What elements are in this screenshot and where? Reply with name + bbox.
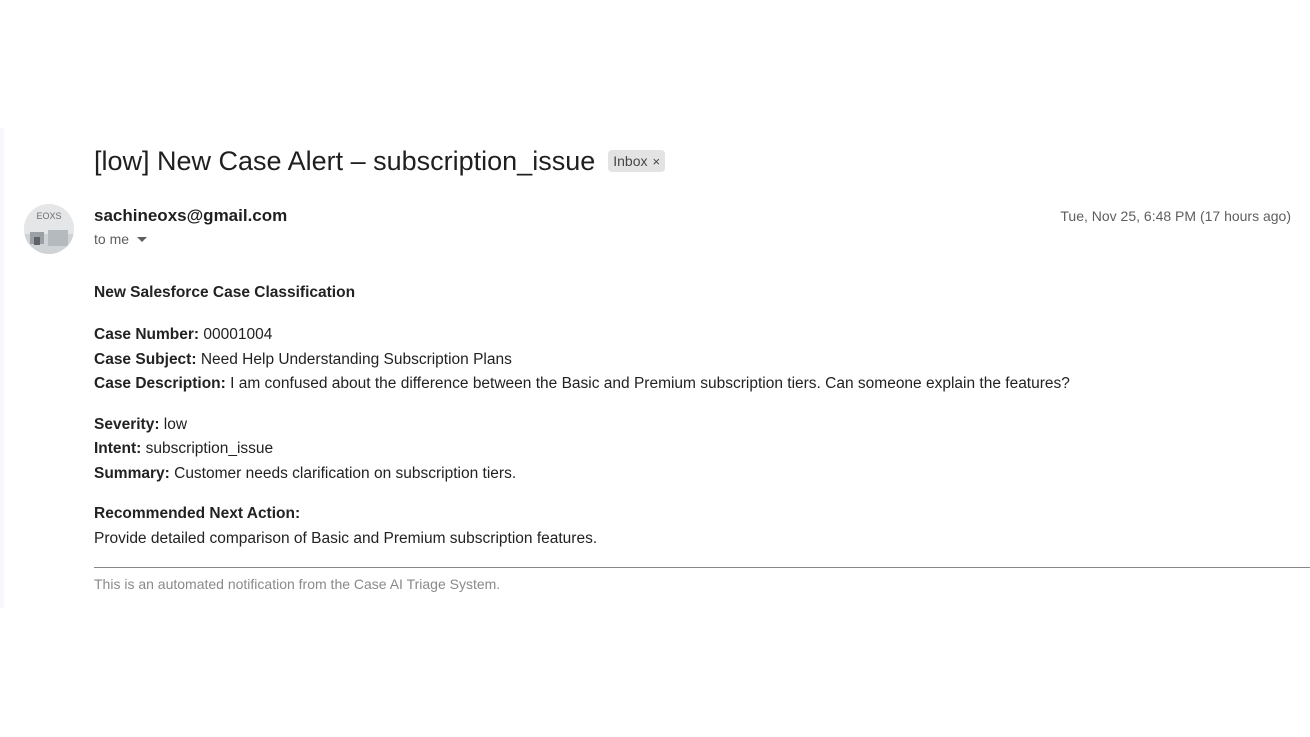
avatar[interactable]: EOXS [24, 204, 74, 254]
recipient-text: to me [94, 231, 130, 247]
message-heading: New Salesforce Case Classification [94, 284, 356, 301]
intent-value: subscription_issue [141, 440, 274, 457]
case-number-line: Case Number: 00001004 [94, 323, 1310, 348]
chevron-down-icon [137, 236, 148, 242]
recommendation-value: Provide detailed comparison of Basic and… [94, 529, 598, 547]
summary-value: Customer needs clarification on subscrip… [169, 464, 517, 482]
case-description-label: Case Description: [94, 375, 226, 392]
intent-label: Intent: [94, 440, 142, 457]
avatar-image: EOXS [24, 204, 74, 254]
email-date: Tue, Nov 25, 6:48 PM (17 hours ago) [1060, 208, 1291, 224]
case-subject-label: Case Subject: [94, 350, 197, 368]
case-number-label: Case Number: [94, 326, 200, 343]
severity-line: Severity: low [94, 413, 1310, 438]
email-subject: [low] New Case Alert – subscription_issu… [94, 146, 596, 176]
case-details: Case Number: 00001004 Case Subject: Need… [94, 323, 1310, 397]
footer-divider [94, 567, 1310, 568]
subject-row: [low] New Case Alert – subscription_issu… [94, 144, 666, 178]
recommendation-section: Recommended Next Action: Provide detaile… [94, 502, 1310, 551]
case-number-value: 00001004 [199, 326, 273, 343]
summary-line: Summary: Customer needs clarification on… [94, 462, 1310, 487]
case-subject-value: Need Help Understanding Subscription Pla… [196, 350, 512, 368]
panel-edge [0, 128, 4, 608]
message-body: New Salesforce Case Classification Case … [94, 283, 1310, 592]
recommendation-label-line: Recommended Next Action: [94, 502, 1310, 527]
case-description-line: Case Description: I am confused about th… [94, 372, 1310, 397]
avatar-text: EOXS [36, 211, 61, 221]
intent-line: Intent: subscription_issue [94, 437, 1310, 462]
label-chip-text: Inbox [613, 153, 648, 169]
recommendation-label: Recommended Next Action: [94, 505, 301, 522]
case-description-value: I am confused about the difference betwe… [225, 375, 1070, 392]
recipient-details-toggle[interactable]: to me [94, 231, 287, 247]
inbox-label-chip[interactable]: Inbox × [608, 150, 666, 172]
close-icon[interactable]: × [652, 154, 660, 169]
sender-block: sachineoxs@gmail.com to me [94, 205, 287, 247]
case-subject-line: Case Subject: Need Help Understanding Su… [94, 348, 1310, 373]
summary-label: Summary: [94, 464, 170, 482]
classification-details: Severity: low Intent: subscription_issue… [94, 413, 1310, 487]
severity-label: Severity: [94, 415, 160, 433]
footer-note: This is an automated notification from t… [94, 575, 501, 592]
severity-value: low [159, 415, 188, 433]
sender-email[interactable]: sachineoxs@gmail.com [94, 205, 287, 227]
